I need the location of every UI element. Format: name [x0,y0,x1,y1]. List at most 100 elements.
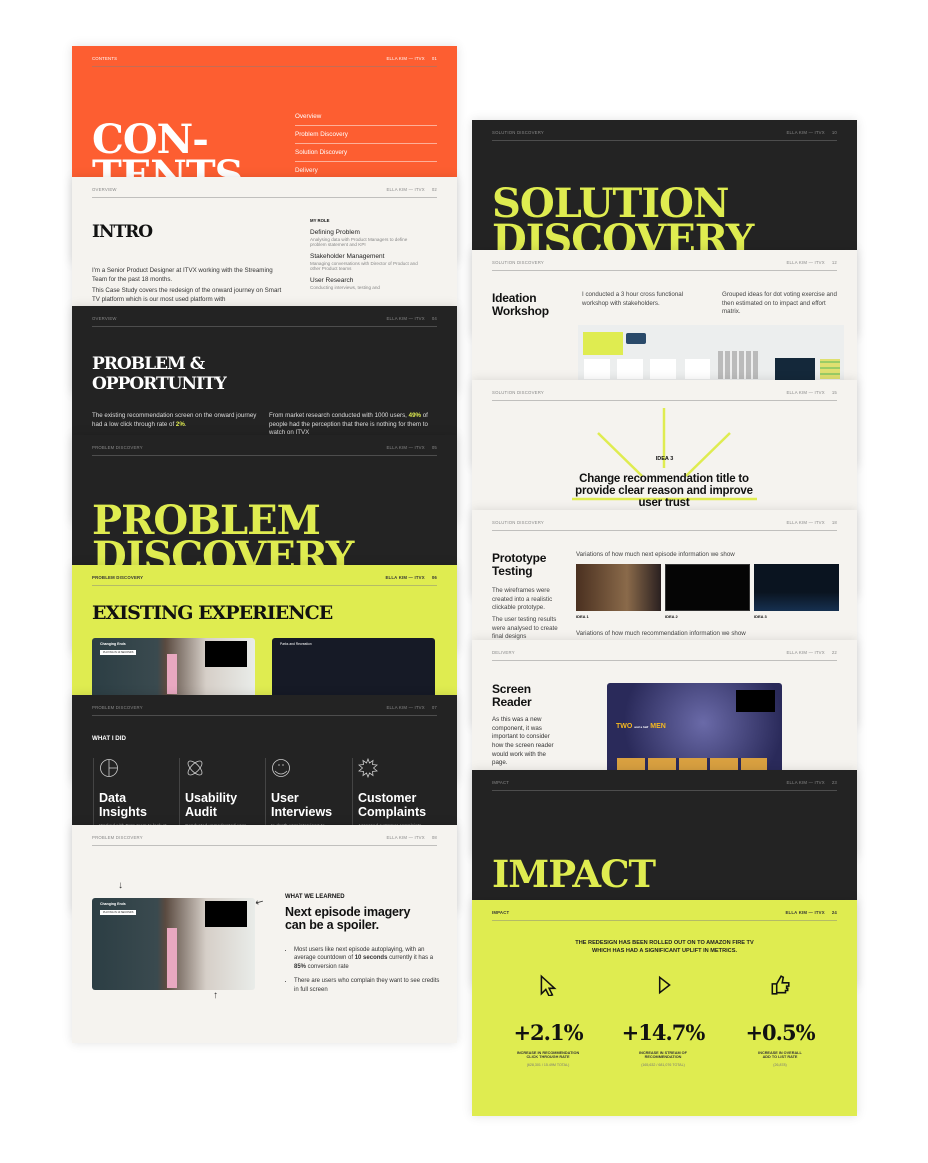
section-label: OVERVIEW [92,316,117,321]
section-label: IMPACT [492,910,510,915]
idea-2-label: IDEA 2 [665,614,678,619]
existing-title: EXISTING EXPERIENCE [92,602,333,624]
arrow-annotation-icon: ↓ [118,880,123,891]
prototype-text: The wireframes were created into a reali… [492,587,558,641]
cursor-icon [540,974,557,997]
item-title: Insights [99,804,147,819]
screen-reader-title: Screen Reader [492,682,532,709]
menu-item-solution-discovery[interactable]: Solution Discovery [295,144,437,162]
menu-item-problem-discovery[interactable]: Problem Discovery [295,126,437,144]
metric-sub: (628,301 / 15.49M TOTAL) [526,1063,570,1067]
page-number: 05 [431,445,437,450]
section-label: CONTENTS [92,56,118,61]
page-number: 12 [831,260,837,265]
author: ELLA KIM — ITVX [786,780,825,785]
idea-headline: Change recommendation title to provide c… [575,473,753,510]
author: ELLA KIM — ITVX [786,650,825,655]
tv-app-screenshot: TWO and a half MEN [607,683,782,783]
page-number: 01 [431,56,437,61]
idea-2-thumbnail [665,564,750,611]
metric-sub: (165,632 / 681,076 TOTAL) [641,1063,685,1067]
metric-label: INCREASE IN RECOMMENDATION CLICK THROUGH … [516,1051,580,1059]
section-label: PROBLEM DISCOVERY [92,705,143,710]
ideation-text-2: Grouped ideas for dot voting exercise an… [722,291,837,316]
impact-metric: +14.7% INCREASE IN STREAM OF RECOMMENDATI… [603,974,723,1067]
impact-headline: THE REDESIGN HAS BEEN ROLLED OUT ON TO A… [575,940,754,954]
author: ELLA KIM — ITVX [386,445,425,450]
learned-bullets: Most users like next episode autoplaying… [294,946,442,994]
intro-title: INTRO [92,222,153,242]
opportunity-text-1: The existing recommendation screen on th… [92,412,257,428]
author: ELLA KIM — ITVX [385,575,425,580]
impact-metric: +2.1% INCREASE IN RECOMMENDATION CLICK TH… [488,974,608,1067]
impact-metric: +0.5% INCREASE IN OVERALL ADD TO LIST RAT… [720,974,840,1067]
my-role: MY ROLE Defining Problem Analysing data w… [310,218,418,290]
metric-value: +0.5% [745,1020,815,1045]
page-number: 02 [431,187,437,192]
section-label: OVERVIEW [92,187,117,192]
author: ELLA KIM — ITVX [386,705,425,710]
idea-1-thumbnail [576,564,661,611]
learned-headline: Next episode imagery can be a spoiler. [285,905,411,933]
section-label: SOLUTION DISCOVERY [492,130,544,135]
author: ELLA KIM — ITVX [386,835,425,840]
contents-menu: Overview Problem Discovery Solution Disc… [295,110,437,180]
metric-sub: (26,878) [773,1063,787,1067]
idea-label: IDEA 3 [655,456,674,462]
problem-opportunity-title: PROBLEM & OPPORTUNITY [92,354,227,395]
screen-reader-text: As this was a new component, it was impo… [492,716,554,767]
item-title: Data [99,791,127,805]
idea-3-label: IDEA 3 [754,614,767,619]
workshop-board-image [578,325,844,385]
author: ELLA KIM — ITVX [386,56,425,61]
author: ELLA KIM — ITVX [786,260,825,265]
metric-label: INCREASE IN STREAM OF RECOMMENDATION [639,1051,687,1059]
impact-title: IMPACT [492,852,656,896]
page-number: 08 [431,835,437,840]
play-button[interactable]: PLAYING IN 10 SECONDS [100,910,137,915]
item-title: Customer [358,791,417,805]
scarf [167,654,177,694]
page-number: 07 [431,705,437,710]
section-label: PROBLEM DISCOVERY [92,445,143,450]
section-label: PROBLEM DISCOVERY [92,835,143,840]
author: ELLA KIM — ITVX [386,316,425,321]
arrow-annotation-icon: ↑ [213,990,218,1001]
variations-heading-2: Variations of how much recommendation in… [576,630,746,637]
item-title: Audit [185,804,217,819]
thumbs-up-icon [771,975,790,995]
item-title: User [271,791,299,805]
author: ELLA KIM — ITVX [785,910,825,915]
page-number: 24 [831,910,837,915]
ideation-text-1: I conducted a 3 hour cross functional wo… [582,291,684,307]
page-number: 10 [831,130,837,135]
item-title: Interviews [271,804,333,819]
burst-icon [358,757,378,779]
what-i-did-label: WHAT I DID [92,735,126,742]
author: ELLA KIM — ITVX [786,130,825,135]
page-number: 04 [431,316,437,321]
item-title: Usability [185,791,238,805]
metric-value: +2.1% [513,1020,583,1045]
variations-heading: Variations of how much next episode info… [576,551,735,558]
learned-label: WHAT WE LEARNED [285,894,345,900]
next-episode-screenshot: Changing Ends PLAYING IN 10 SECONDS [92,898,255,990]
credits-pip [205,901,247,927]
metric-label: INCREASE IN OVERALL ADD TO LIST RATE [758,1051,802,1059]
section-label: IMPACT [492,780,510,785]
menu-item-overview[interactable]: Overview [295,110,437,126]
page-number: 22 [831,650,837,655]
pie-chart-icon [100,759,118,777]
author: ELLA KIM — ITVX [786,520,825,525]
section-label: SOLUTION DISCOVERY [492,520,544,525]
scarf [167,928,177,988]
solution-discovery-title: SOLUTION DISCOVERY [492,180,754,263]
page-number: 06 [431,575,437,580]
page-number: 18 [831,520,837,525]
smiley-icon [272,759,290,777]
page-number: 23 [831,780,837,785]
ideation-title: Ideation Workshop [492,291,549,318]
prototype-title: Prototype Testing [492,551,547,578]
play-button[interactable]: PLAYING IN 10 SECONDS [100,650,137,655]
metric-value: +14.7% [621,1020,706,1045]
